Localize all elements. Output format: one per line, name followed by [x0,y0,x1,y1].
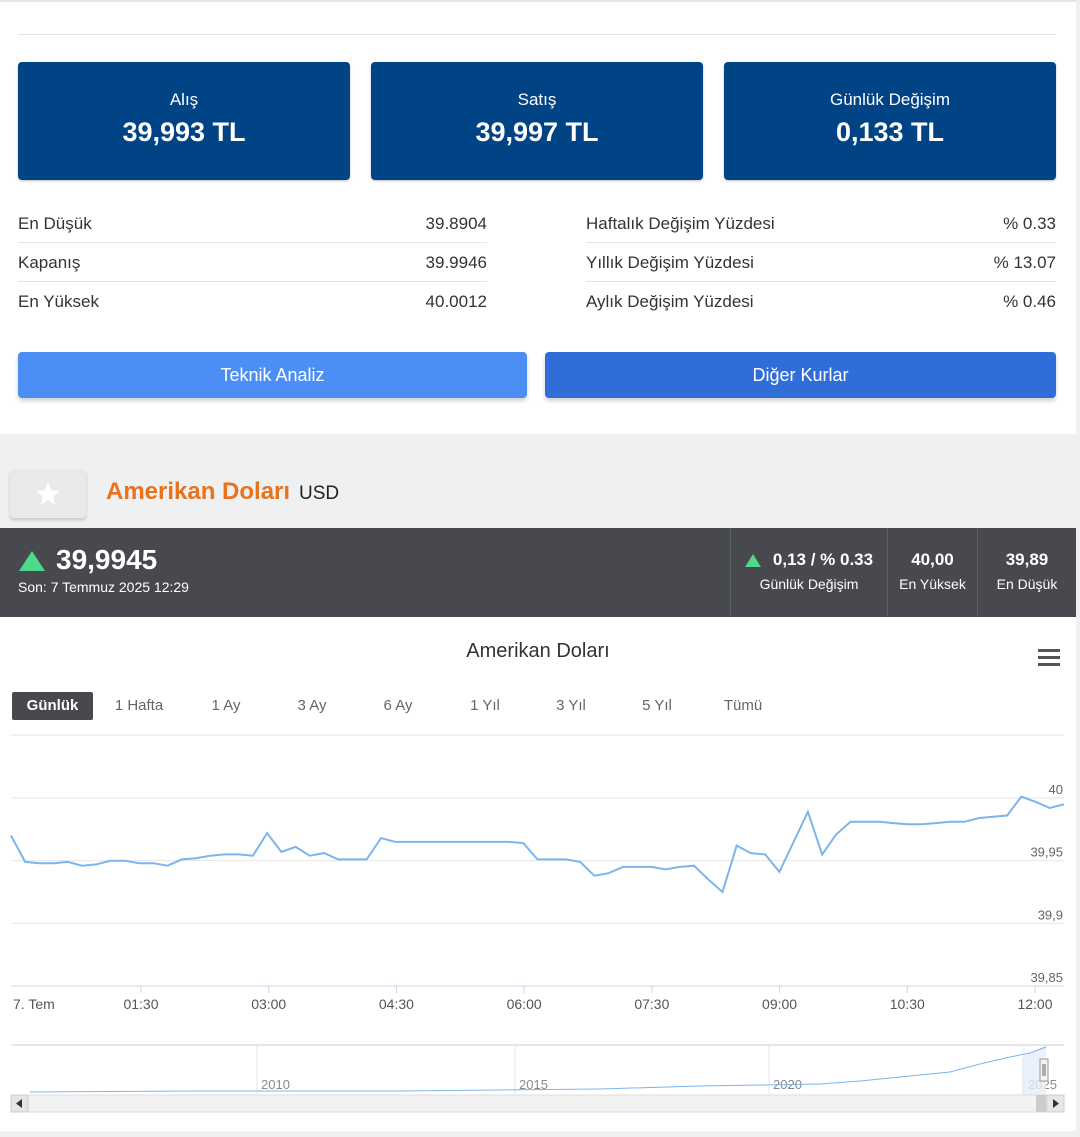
detail-label: Aylık Değişim Yüzdesi [586,292,754,311]
series-line [10,795,1065,894]
buy-rate-box: Alış 39,993 TL [18,62,350,180]
ticker-low: 39,89 En Düşük [977,528,1076,617]
scrollbar-thumb[interactable] [1036,1095,1046,1112]
detail-row-close: Kapanış 39.9946 [18,244,487,282]
ticker-high-value: 40,00 [911,550,954,569]
x-axis-labels: 7. Tem 01:30 03:00 04:30 06:00 07:30 09:00 10:3… [13,986,1053,1012]
detail-row-lowest: En Düşük 39.8904 [18,205,487,243]
y-axis-labels: 40 39,95 39,9 39,85 [1030,782,1063,985]
sell-rate-label: Satış [517,90,557,109]
x-tick-label: 12:00 [1017,996,1052,1012]
ticker-change-label: Günlük Değişim [759,576,859,592]
other-rates-button[interactable]: Diğer Kurlar [545,352,1056,398]
detail-value: 40.0012 [425,292,487,311]
x-tick-label: 07:30 [634,996,669,1012]
detail-row-weekly: Haftalık Değişim Yüzdesi % 0.33 [586,205,1056,243]
y-tick-label: 39,85 [1030,970,1063,985]
currency-code: USD [299,483,340,504]
x-tick-label: 06:00 [507,996,542,1012]
detail-label: Kapanış [18,253,81,272]
price-ticker: 39,9945 Son: 7 Temmuz 2025 12:29 0,13 / … [0,528,1076,617]
y-tick-label: 39,9 [1038,907,1063,922]
x-tick-label: 01:30 [123,996,158,1012]
chart-gridlines [11,797,1064,924]
ticker-change-value: 0,13 / % 0.33 [772,550,874,569]
detail-label: Haftalık Değişim Yüzdesi [586,214,775,233]
detail-value: % 0.46 [1003,292,1056,311]
detail-label: En Düşük [18,214,92,233]
x-tick-label: 04:30 [379,996,414,1012]
sell-rate-value: 39,997 TL [475,117,599,147]
scrollbar-track[interactable] [10,1094,1065,1113]
last-update: Son: 7 Temmuz 2025 12:29 [18,579,189,595]
rate-summary-card: Alış 39,993 TL Satış 39,997 TL Günlük De… [0,0,1076,434]
currency-name: Amerikan Doları [106,478,291,505]
x-tick-label: 03:00 [251,996,286,1012]
ticker-low-value: 39,89 [1005,550,1049,569]
ticker-low-label: En Düşük [996,576,1058,592]
buy-rate-value: 39,993 TL [122,117,246,147]
favorite-button[interactable] [10,470,86,518]
detail-row-monthly: Aylık Değişim Yüzdesi % 0.46 [586,283,1056,321]
daily-change-label: Günlük Değişim [830,90,950,109]
navigator-handle[interactable] [1039,1058,1049,1082]
x-tick-label: 09:00 [762,996,797,1012]
detail-value: % 13.07 [993,253,1056,272]
sell-rate-box: Satış 39,997 TL [371,62,703,180]
up-arrow-icon [19,551,45,571]
detail-row-yearly: Yıllık Değişim Yüzdesi % 13.07 [586,244,1056,282]
detail-row-highest: En Yüksek 40.0012 [18,283,487,321]
ticker-change: 0,13 / % 0.33 Günlük Değişim [730,528,887,617]
y-tick-label: 39,95 [1030,845,1063,860]
detail-value: % 0.33 [1003,214,1056,233]
chart-series [10,795,1065,894]
navigator[interactable]: 2010201520202025 [11,1044,1064,1095]
ticker-high-label: En Yüksek [899,576,966,592]
current-price: 39,9945 [56,544,158,575]
detail-value: 39.8904 [425,214,487,233]
y-tick-label: 40 [1049,782,1063,797]
daily-change-value: 0,133 TL [835,117,945,147]
detail-value: 39.9946 [425,253,487,272]
buy-rate-label: Alış [169,90,199,109]
detail-label: En Yüksek [18,292,99,311]
daily-change-box: Günlük Değişim 0,133 TL [724,62,1056,180]
chart-card: Amerikan Doları Günlük 1 Hafta 1 Ay 3 Ay… [0,617,1076,1131]
ticker-high: 40,00 En Yüksek [887,528,977,617]
x-tick-label: 10:30 [890,996,925,1012]
x-tick-label: 7. Tem [13,996,55,1012]
star-icon [36,482,60,505]
navigator-tick-label: 2010 [261,1077,290,1092]
detail-label: Yıllık Değişim Yüzdesi [586,253,754,272]
price-line-chart[interactable]: 40 39,95 39,9 39,85 7. Tem 01:30 03:00 04:30 06… [0,617,1076,1131]
chart-scrollbar[interactable] [10,1094,1065,1113]
technical-analysis-button[interactable]: Teknik Analiz [18,352,527,398]
divider [18,34,1056,35]
